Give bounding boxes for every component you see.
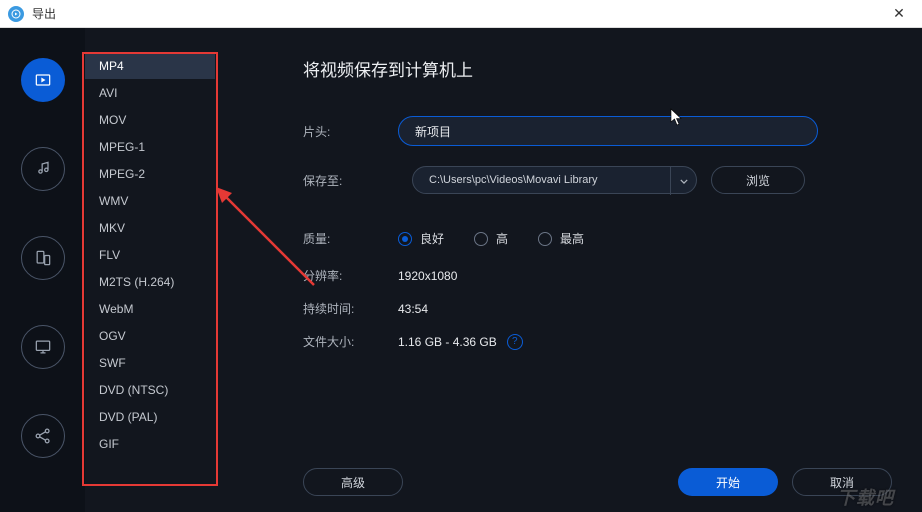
sidebar-item-devices[interactable] [21,236,65,280]
resolution-label: 分辨率: [303,267,398,284]
filesize-value: 1.16 GB - 4.36 GB [398,335,497,349]
format-item-gif[interactable]: GIF [85,430,215,457]
format-item-ogv[interactable]: OGV [85,322,215,349]
radio-icon [474,232,488,246]
page-title: 将视频保存到计算机上 [303,56,892,81]
sidebar-item-audio[interactable] [21,147,65,191]
quality-radio-good[interactable]: 良好 [398,230,444,247]
duration-label: 持续时间: [303,300,398,317]
quality-radio-high[interactable]: 高 [474,230,508,247]
format-item-flv[interactable]: FLV [85,241,215,268]
quality-radio-group: 良好 高 最高 [398,230,584,247]
format-item-wmv[interactable]: WMV [85,187,215,214]
sidebar-item-share[interactable] [21,414,65,458]
format-list: MP4 AVI MOV MPEG-1 MPEG-2 WMV MKV FLV M2… [85,28,215,512]
radio-icon [398,232,412,246]
quality-radio-highest[interactable]: 最高 [538,230,584,247]
help-icon[interactable]: ? [507,334,523,350]
quality-label: 质量: [303,230,398,247]
advanced-button[interactable]: 高级 [303,468,403,496]
title-label: 片头: [303,123,398,140]
filesize-label: 文件大小: [303,333,398,350]
footer: 高级 开始 取消 [303,468,892,496]
saveto-dropdown[interactable]: C:\Users\pc\Videos\Movavi Library [412,166,697,194]
cancel-button[interactable]: 取消 [792,468,892,496]
main: MP4 AVI MOV MPEG-1 MPEG-2 WMV MKV FLV M2… [0,28,922,512]
sidebar-item-video[interactable] [21,58,65,102]
radio-label: 最高 [560,230,584,247]
saveto-path: C:\Users\pc\Videos\Movavi Library [429,174,598,186]
start-button[interactable]: 开始 [678,468,778,496]
format-item-mov[interactable]: MOV [85,106,215,133]
radio-icon [538,232,552,246]
radio-label: 高 [496,230,508,247]
format-item-dvd-ntsc[interactable]: DVD (NTSC) [85,376,215,403]
format-item-m2ts[interactable]: M2TS (H.264) [85,268,215,295]
format-item-webm[interactable]: WebM [85,295,215,322]
window-title: 导出 [32,5,884,22]
title-input[interactable] [398,116,818,146]
radio-label: 良好 [420,230,444,247]
saveto-label: 保存至: [303,172,398,189]
content-panel: 将视频保存到计算机上 片头: 保存至: C:\Users\pc\Videos\M… [215,28,922,512]
browse-button[interactable]: 浏览 [711,166,805,194]
format-item-mpeg2[interactable]: MPEG-2 [85,160,215,187]
app-icon [8,6,24,22]
titlebar: 导出 ✕ [0,0,922,28]
format-item-swf[interactable]: SWF [85,349,215,376]
format-item-mp4[interactable]: MP4 [85,52,215,79]
sidebar-item-tv[interactable] [21,325,65,369]
format-item-avi[interactable]: AVI [85,79,215,106]
format-item-mpeg1[interactable]: MPEG-1 [85,133,215,160]
close-button[interactable]: ✕ [884,0,914,28]
chevron-down-icon [670,167,696,195]
format-item-mkv[interactable]: MKV [85,214,215,241]
category-sidebar [0,28,85,512]
format-item-dvd-pal[interactable]: DVD (PAL) [85,403,215,430]
duration-value: 43:54 [398,302,428,316]
resolution-value: 1920x1080 [398,269,457,283]
